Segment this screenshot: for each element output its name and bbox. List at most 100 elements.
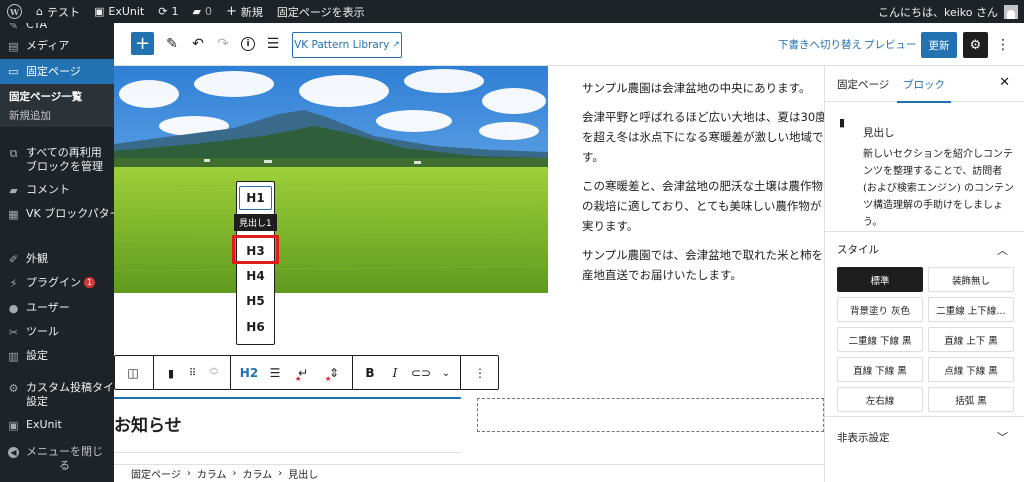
comments-link[interactable]: ▰ 0 — [185, 0, 218, 23]
line-break-button[interactable]: ↵ ★ — [293, 362, 313, 384]
heading-level-button[interactable]: H2 — [238, 362, 260, 384]
refresh-icon: ⟳ — [158, 5, 168, 18]
sidebar-item-pages[interactable]: ▭ 固定ページ — [0, 59, 114, 84]
sidebar-item-cta[interactable]: ✎ CTA — [0, 23, 114, 32]
style-option[interactable]: 直線 上下 黒 — [928, 327, 1014, 352]
more-vertical-icon: ⋮ — [474, 366, 486, 380]
sidebar-item-exunit[interactable]: ▣ ExUnit — [0, 418, 114, 432]
breadcrumb-item[interactable]: 固定ページ — [131, 466, 181, 481]
vk-pattern-library-button[interactable]: VK Pattern Library ↗ — [292, 32, 402, 58]
heading-level-h1[interactable]: H1 — [239, 186, 272, 210]
settings-toggle-button[interactable]: ⚙ — [963, 32, 988, 58]
sidebar-item-appearance[interactable]: ✐ 外観 — [0, 252, 114, 266]
plug-icon: ⚡ — [9, 276, 18, 290]
paragraph-block[interactable]: 会津平野と呼ばれるほど広い大地は、夏は30度を超え冬は氷点下になる寒暖差が激しい… — [582, 107, 824, 167]
media-icon: ▤ — [8, 39, 19, 53]
link-button[interactable]: ⊂⊃ — [411, 362, 431, 384]
tab-page[interactable]: 固定ページ — [837, 66, 889, 102]
more-formatting-button[interactable]: ⌄ — [438, 362, 454, 384]
tab-block[interactable]: ブロック — [897, 66, 951, 103]
external-link-icon: ↗ — [392, 40, 400, 50]
style-option[interactable]: 点線 下線 黒 — [928, 357, 1014, 382]
heading-level-h6[interactable]: H6 — [239, 315, 272, 339]
my-account[interactable]: こんにちは、keiko さん — [878, 4, 1024, 20]
switch-to-draft-button[interactable]: 下書きへ切り替え — [778, 37, 862, 52]
list-view-button[interactable]: ☰ — [264, 34, 282, 54]
avatar — [1004, 4, 1018, 19]
italic-button[interactable]: I — [387, 362, 403, 384]
close-icon: ✕ — [999, 75, 1010, 90]
sidebar-item-media[interactable]: ▤ メディア — [0, 39, 114, 53]
chevron-down-icon: ﹀ — [997, 431, 1008, 444]
parent-block-selector[interactable]: ◫ — [122, 362, 144, 384]
sidebar-item-settings[interactable]: ▥ 設定 — [0, 349, 114, 363]
undo-button[interactable]: ↶ — [189, 34, 207, 54]
add-block-button[interactable]: + — [131, 32, 154, 55]
style-option[interactable]: 括弧 黒 — [928, 387, 1014, 412]
style-option[interactable]: 左右線 — [837, 387, 923, 412]
chevron-right-icon: › — [232, 468, 237, 479]
sidebar-item-reusable-blocks[interactable]: ⧉ すべての再利用 ブロックを管理 — [0, 146, 114, 174]
heading-block[interactable]: お知らせ — [114, 411, 182, 436]
sidebar-item-plugins[interactable]: ⚡ プラグイン 1 — [0, 276, 114, 290]
style-option[interactable]: 二重線 下線 黒 — [837, 327, 923, 352]
options-menu-button[interactable]: ⋮ — [994, 34, 1012, 56]
link-icon: ⊂⊃ — [410, 366, 432, 380]
submenu-all-pages[interactable]: 固定ページ一覧 — [0, 88, 114, 107]
sidebar-item-custom-post-type[interactable]: ⚙ カスタム投稿タイプ 設定 — [0, 381, 114, 409]
paragraph-block[interactable]: この寒暖差と、会津盆地の肥沃な土壌は農作物の栽培に適しており、とても美味しい農作… — [582, 176, 824, 236]
view-page-link[interactable]: 固定ページを表示 — [270, 0, 372, 23]
editor-header: + ✎ ↶ ↷ i ☰ VK Pattern Library ↗ 下書きへ切り替… — [114, 23, 1024, 66]
style-option[interactable]: 二重線 上下線… — [928, 297, 1014, 322]
exunit-icon: ▣ — [93, 5, 105, 18]
exunit-link[interactable]: ▣ ExUnit — [87, 0, 151, 23]
breadcrumb-item[interactable]: カラム — [197, 466, 227, 481]
submenu-add-new[interactable]: 新規追加 — [0, 107, 114, 126]
sidebar-item-label-group: カスタム投稿タイプ 設定 — [26, 381, 114, 409]
landscape-image[interactable] — [114, 66, 548, 293]
style-option[interactable]: 直線 下線 黒 — [837, 357, 923, 382]
style-option[interactable]: 標準 — [837, 267, 923, 292]
settings-tabs: 固定ページ ブロック ✕ — [825, 66, 1024, 103]
chevron-down-icon: ⌄ — [441, 367, 451, 379]
paragraph-block[interactable]: サンプル農園は会津盆地の中央にあります。 — [582, 78, 824, 98]
spacing-button[interactable]: ⇕ ★ — [324, 362, 344, 384]
site-name-link[interactable]: ⌂ テスト — [29, 0, 87, 23]
sidebar-item-label: CTA — [26, 23, 48, 31]
move-up-down-buttons[interactable]: ︿ ﹀ — [207, 362, 221, 384]
collapse-menu-button[interactable]: ◀ メニューを閉じ る — [0, 445, 114, 473]
breadcrumb-item[interactable]: カラム — [243, 466, 273, 481]
style-option[interactable]: 背景塗り 灰色 — [837, 297, 923, 322]
wp-logo-menu[interactable]: W — [0, 0, 29, 23]
style-option[interactable]: 装飾無し — [928, 267, 1014, 292]
sidebar-item-label: ExUnit — [26, 418, 62, 431]
block-options-button[interactable]: ⋮ — [472, 362, 488, 384]
redo-button[interactable]: ↷ — [214, 34, 232, 54]
empty-block-placeholder[interactable] — [477, 398, 824, 432]
paragraph-block[interactable]: サンプル農園では、会津盆地で取れた米と柿を産地直送でお届けいたします。 — [582, 245, 824, 285]
updates-link[interactable]: ⟳ 1 — [151, 0, 185, 23]
bold-button[interactable]: B — [361, 362, 379, 384]
sidebar-item-users[interactable]: ● ユーザー — [0, 301, 114, 315]
sidebar-item-comments[interactable]: ▰ コメント — [0, 183, 114, 197]
chevron-down-icon: ﹀ — [209, 372, 219, 382]
details-button[interactable]: i — [239, 34, 257, 54]
sidebar-item-vk-block-patterns[interactable]: ▦ VK ブロックパターン — [0, 207, 114, 221]
sidebar-item-label-group: メニューを閉じ る — [26, 445, 103, 473]
close-settings-button[interactable]: ✕ — [999, 75, 1010, 90]
heading-level-h5[interactable]: H5 — [239, 289, 272, 313]
chevron-up-icon: ︿ — [997, 244, 1008, 257]
sidebar-item-tools[interactable]: ✂ ツール — [0, 325, 114, 339]
align-text-button[interactable]: ☰ — [266, 362, 284, 384]
toolbar-divider — [230, 356, 231, 389]
heading-level-h4[interactable]: H4 — [239, 264, 272, 288]
update-button[interactable]: 更新 — [921, 32, 957, 58]
drag-handle[interactable]: ⠿ — [185, 362, 199, 384]
heading-level-tooltip: 見出し1 — [234, 214, 277, 231]
hidden-settings-panel-toggle[interactable]: 非表示設定 ﹀ — [825, 417, 1024, 457]
block-type-button[interactable]: ▮ — [163, 362, 179, 384]
tools-button[interactable]: ✎ — [163, 34, 181, 54]
preview-button[interactable]: プレビュー — [864, 37, 917, 52]
new-content-link[interactable]: + 新規 — [219, 0, 270, 23]
styles-panel-toggle[interactable]: スタイル ︿ — [825, 232, 1024, 267]
